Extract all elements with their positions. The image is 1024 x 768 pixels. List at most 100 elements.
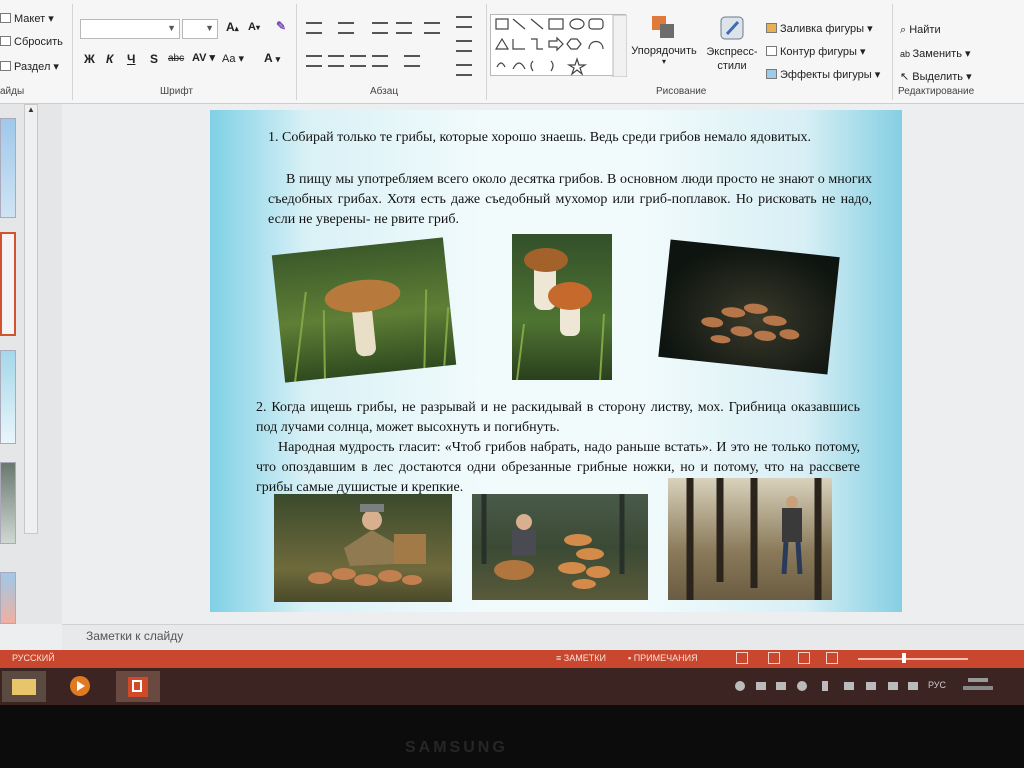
align-left-icon[interactable] — [306, 55, 322, 67]
clock-date-blur — [963, 686, 993, 690]
clear-format-icon[interactable]: ✎ — [276, 19, 286, 33]
slide-sorter-icon[interactable] — [768, 652, 780, 664]
line-spacing-icon[interactable] — [424, 22, 440, 34]
decrease-indent-icon[interactable] — [372, 22, 388, 34]
slides-group-label: айды — [0, 86, 25, 97]
shadow-button[interactable]: S — [150, 52, 158, 66]
char-spacing-button[interactable]: AV ▾ — [192, 51, 215, 64]
pen-icon — [766, 46, 777, 56]
text-direction-icon[interactable] — [456, 16, 472, 28]
grow-font-button[interactable]: A▴ — [226, 20, 239, 34]
layout-button[interactable]: Макет ▾ — [0, 12, 54, 25]
reset-icon — [0, 36, 11, 46]
slide-thumbnail-selected[interactable] — [0, 232, 16, 336]
mushroom-cluster-image — [701, 303, 800, 344]
zoom-slider-thumb[interactable] — [902, 653, 906, 663]
notes-placeholder[interactable]: Заметки к слайду — [86, 629, 183, 643]
group-separator — [486, 4, 487, 100]
mushroom-photo-3[interactable] — [658, 239, 840, 375]
bullets-icon[interactable] — [306, 22, 322, 34]
media-player-button[interactable] — [58, 671, 102, 702]
section-button[interactable]: Раздел ▾ — [0, 60, 59, 73]
reset-button[interactable]: Сбросить — [0, 36, 63, 48]
select-button[interactable]: ↖ Выделить ▾ — [900, 70, 972, 83]
justify-icon[interactable] — [372, 55, 388, 67]
scroll-up-icon[interactable]: ▲ — [25, 105, 37, 114]
slide-thumbnail[interactable] — [0, 462, 16, 544]
slide-paragraph-2[interactable]: 2. Когда ищешь грибы, не разрывай и не р… — [256, 398, 860, 438]
replace-button[interactable]: ab Заменить ▾ — [900, 47, 971, 60]
folder-icon — [12, 679, 36, 695]
mushroom-picker-image — [308, 504, 426, 586]
shapes-gallery[interactable] — [490, 14, 628, 78]
strikethrough-button[interactable]: abc — [168, 53, 184, 64]
notes-pane[interactable]: Заметки к слайду — [62, 624, 1024, 650]
numbering-icon[interactable] — [338, 22, 354, 34]
powerpoint-taskbar-button[interactable] — [116, 671, 160, 702]
arrange-button[interactable]: Упорядочить ▾ — [628, 14, 700, 66]
shape-outline-button[interactable]: Контур фигуры ▾ — [766, 45, 866, 58]
mushroom-basket-image — [481, 494, 625, 589]
drawing-group-label: Рисование — [656, 86, 707, 97]
zoom-slider[interactable] — [858, 658, 968, 660]
normal-view-icon[interactable] — [736, 652, 748, 664]
shape-fill-button[interactable]: Заливка фигуры ▾ — [766, 22, 873, 35]
taskbar: РУС — [0, 668, 1024, 705]
system-tray-icons[interactable] — [732, 678, 922, 694]
slide-thumbnail[interactable] — [0, 572, 16, 624]
align-right-icon[interactable] — [350, 55, 366, 67]
underline-button[interactable]: Ч — [127, 52, 135, 66]
boletus-image — [294, 279, 450, 382]
cursor-icon: ↖ — [900, 71, 913, 83]
shape-effects-button[interactable]: Эффекты фигуры ▾ — [766, 68, 880, 81]
slideshow-icon[interactable] — [826, 652, 838, 664]
forest-walker-image — [686, 478, 822, 600]
align-text-icon[interactable] — [456, 40, 472, 52]
italic-button[interactable]: К — [106, 52, 113, 66]
shrink-font-button[interactable]: A▾ — [248, 21, 260, 33]
group-separator — [892, 4, 893, 100]
smartart-icon[interactable] — [456, 64, 472, 76]
chevron-down-icon: ▼ — [167, 23, 176, 33]
mushroom-photo-5[interactable] — [472, 494, 648, 600]
columns-icon[interactable] — [404, 55, 420, 67]
input-language-indicator[interactable]: РУС — [928, 680, 946, 690]
editing-group-label: Редактирование — [898, 86, 975, 97]
font-color-button[interactable]: A ▾ — [264, 51, 280, 65]
file-explorer-button[interactable] — [2, 671, 46, 702]
notes-toggle-button[interactable]: ≡ ЗАМЕТКИ — [556, 653, 606, 663]
monitor-brand-logo: SAMSUNG — [405, 739, 508, 756]
thumbnails-scrollbar[interactable]: ▲ — [24, 104, 38, 534]
slide-thumbnail[interactable] — [0, 118, 16, 218]
reading-view-icon[interactable] — [798, 652, 810, 664]
comments-toggle-button[interactable]: ▪ ПРИМЕЧАНИЯ — [628, 653, 698, 663]
status-bar: РУССКИЙ ≡ ЗАМЕТКИ ▪ ПРИМЕЧАНИЯ — [0, 650, 1024, 668]
clock[interactable] — [960, 676, 996, 696]
mushroom-photo-4[interactable] — [274, 494, 452, 602]
font-group-label: Шрифт — [160, 86, 193, 97]
arrange-icon — [652, 16, 674, 38]
layout-icon — [0, 13, 11, 23]
paragraph-group-label: Абзац — [370, 86, 399, 97]
slide-thumbnail[interactable] — [0, 350, 16, 444]
slide-paragraph-1b[interactable]: В пищу мы употребляем всего около десятк… — [268, 170, 872, 230]
play-icon — [70, 676, 90, 696]
mushroom-photo-2[interactable] — [512, 234, 612, 380]
slide-paragraph-1[interactable]: 1. Собирай только те грибы, которые хоро… — [268, 128, 872, 148]
mushroom-photo-6[interactable] — [668, 478, 832, 600]
quick-styles-button[interactable]: Экспресс-стили — [700, 14, 764, 73]
effects-icon — [766, 69, 777, 79]
find-button[interactable]: ⌕ Найти — [900, 24, 941, 37]
bold-button[interactable]: Ж — [84, 52, 95, 66]
group-separator — [72, 4, 73, 100]
mushroom-photo-1[interactable] — [271, 237, 457, 383]
ribbon: Макет ▾ Сбросить Раздел ▾ айды ▼ ▼ A▴ A▾… — [0, 0, 1024, 104]
powerpoint-icon — [128, 677, 148, 697]
font-size-combo[interactable]: ▼ — [182, 19, 218, 39]
change-case-button[interactable]: Aa ▾ — [222, 52, 244, 65]
align-center-icon[interactable] — [328, 55, 344, 67]
language-indicator[interactable]: РУССКИЙ — [12, 653, 55, 663]
increase-indent-icon[interactable] — [396, 22, 412, 34]
font-name-combo[interactable]: ▼ — [80, 19, 180, 39]
slide-canvas[interactable]: 1. Собирай только те грибы, которые хоро… — [210, 110, 902, 612]
